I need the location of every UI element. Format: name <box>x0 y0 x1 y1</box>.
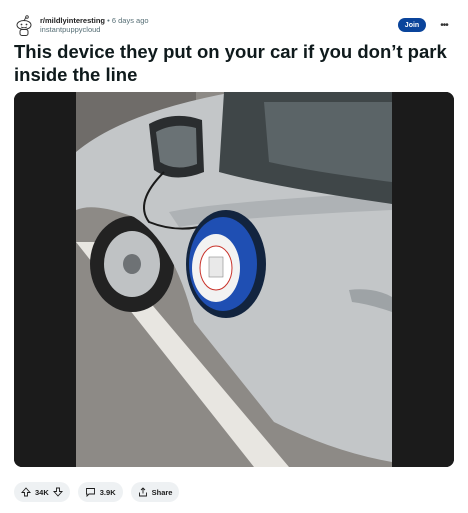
action-bar: 34K 3.9K Share <box>14 482 180 502</box>
post-card: r/mildlyinteresting • 6 days ago instant… <box>0 0 468 513</box>
subreddit-link[interactable]: r/mildlyinteresting <box>40 16 105 25</box>
share-label: Share <box>151 487 173 497</box>
downvote-arrow-icon[interactable] <box>52 487 63 497</box>
post-header: r/mildlyinteresting • 6 days ago instant… <box>14 14 454 40</box>
meta-separator: • <box>107 16 110 25</box>
post-age: 6 days ago <box>111 16 149 25</box>
post-meta: r/mildlyinteresting • 6 days ago instant… <box>40 16 149 35</box>
subreddit-avatar-icon[interactable] <box>14 15 34 37</box>
share-button[interactable]: Share <box>130 482 180 502</box>
more-options-icon[interactable]: ••• <box>436 18 452 32</box>
comment-bubble-icon <box>85 487 96 497</box>
upvote-arrow-icon[interactable] <box>21 487 31 497</box>
comments-button[interactable]: 3.9K <box>77 482 123 502</box>
comment-count: 3.9K <box>99 487 116 497</box>
post-title[interactable]: This device they put on your car if you … <box>14 40 458 86</box>
share-icon <box>138 487 148 497</box>
vote-count: 34K <box>35 487 49 497</box>
post-image[interactable] <box>14 92 454 467</box>
vote-pill: 34K <box>14 482 70 502</box>
post-author[interactable]: instantpuppycloud <box>40 25 149 35</box>
join-button[interactable]: Join <box>398 18 426 32</box>
